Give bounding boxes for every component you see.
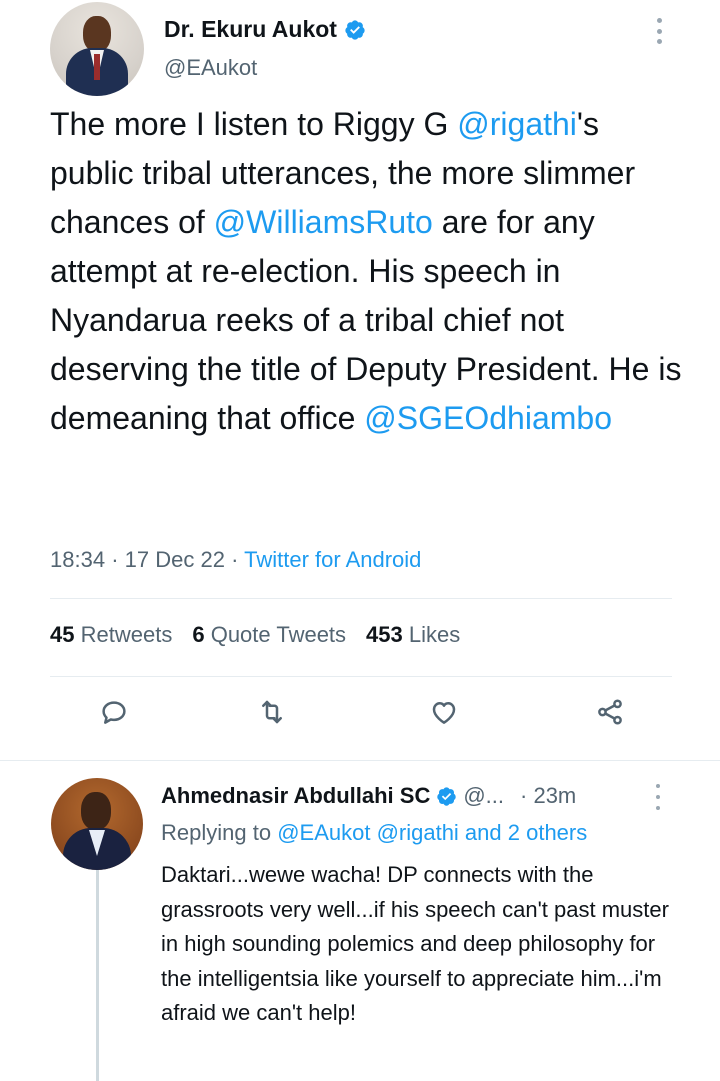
replying-to-mentions[interactable]: @EAukot @rigathi and 2 others [277,820,587,845]
tweet-text-part: The more I listen to Riggy G [50,106,458,142]
tweet-meta: 18:34 · 17 Dec 22 · Twitter for Android [50,547,421,573]
action-bar [0,690,720,750]
mention-link[interactable]: @SGEOdhiambo [364,400,612,436]
tweet-header: Dr. Ekuru Aukot @EAukot [0,0,720,100]
reply-time-value: 23m [533,783,577,808]
reply-icon [102,701,126,724]
thread-line [96,863,99,1081]
likes-label: Likes [408,622,461,647]
replying-to: Replying to @EAukot @rigathi and 2 other… [161,820,587,846]
tweet-date: 17 Dec 22 [124,547,225,572]
replying-to-prefix: Replying to [161,820,278,845]
divider [50,676,672,677]
share-button[interactable] [588,690,632,734]
reply-tweet[interactable]: Ahmednasir Abdullahi SC @... · 23m Reply… [0,768,720,1081]
reply-author-avatar[interactable] [51,778,143,870]
retweets-label: Retweets [80,622,173,647]
meta-separator: · [111,547,119,572]
reply-text: Daktari...wewe wacha! DP connects with t… [161,862,669,1025]
likes-count: 453 [366,622,403,647]
mention-link[interactable]: @WilliamsRuto [214,204,433,240]
author-name-text[interactable]: Dr. Ekuru Aukot [164,16,337,43]
reply-author-handle[interactable]: @... [463,783,504,809]
retweets-count: 45 [50,622,75,647]
divider [0,760,720,761]
divider [50,598,672,599]
verified-badge-icon [345,19,365,40]
more-options-icon[interactable] [650,18,668,44]
reply-author-name[interactable]: Ahmednasir Abdullahi SC [161,783,430,809]
reply-time: · 23m [520,783,577,808]
avatar-face [81,792,111,830]
like-icon [432,702,456,724]
meta-separator: · [231,547,239,572]
avatar-face [83,16,111,52]
retweet-icon [262,700,282,724]
retweet-button[interactable] [250,690,294,734]
author-avatar[interactable] [50,2,144,96]
reply-more-options-icon[interactable] [652,784,664,810]
quotes-label: Quote Tweets [210,622,347,647]
tweet-source-link[interactable]: Twitter for Android [244,547,421,572]
tweet-stats: 45 Retweets 6 Quote Tweets 453 Likes [50,622,460,648]
quotes-count: 6 [192,622,205,647]
author-handle[interactable]: @EAukot [164,55,257,81]
reply-header: Ahmednasir Abdullahi SC @... · 23m [161,783,681,809]
quotes-stat[interactable]: 6 Quote Tweets [192,622,346,648]
retweets-stat[interactable]: 45 Retweets [50,622,172,648]
share-icon [598,699,622,725]
tweet-time: 18:34 [50,547,106,572]
avatar-tie [94,54,100,80]
like-button[interactable] [422,690,466,734]
reply-button[interactable] [92,690,136,734]
verified-badge-icon [437,786,457,806]
tweet-text: The more I listen to Riggy G @rigathi's … [50,100,690,443]
mention-link[interactable]: @rigathi [457,106,577,142]
author-display-name[interactable]: Dr. Ekuru Aukot [164,16,366,43]
likes-stat[interactable]: 453 Likes [366,622,460,648]
